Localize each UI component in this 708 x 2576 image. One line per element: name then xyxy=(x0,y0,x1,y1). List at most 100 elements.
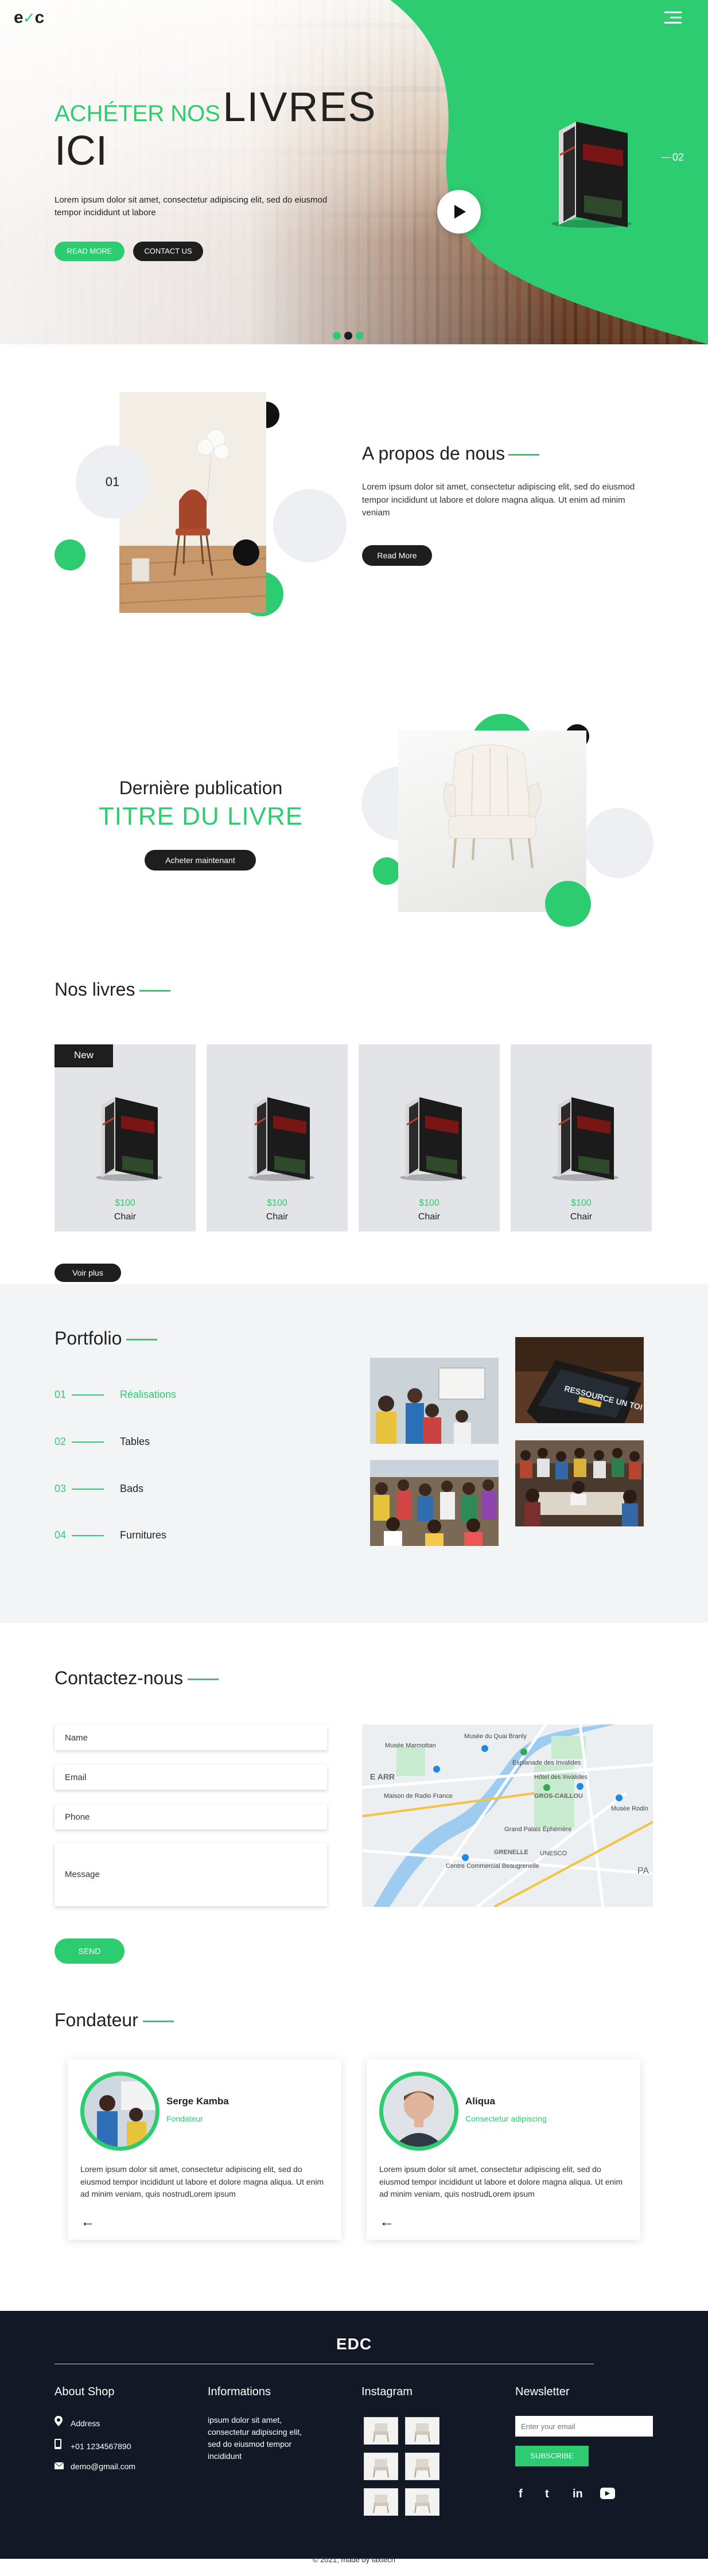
svg-text:Esplanade des Invalides: Esplanade des Invalides xyxy=(512,1759,581,1766)
book-image xyxy=(544,1096,618,1185)
new-badge: New xyxy=(55,1044,113,1067)
book-card[interactable]: $100 Chair xyxy=(511,1044,652,1231)
phone-field[interactable] xyxy=(55,1804,327,1829)
portfolio-filter-item[interactable]: 02 Tables xyxy=(55,1436,150,1448)
arrow-left-icon[interactable]: ← xyxy=(80,2213,95,2231)
svg-text:E ARR: E ARR xyxy=(370,1772,395,1781)
facebook-icon[interactable]: f xyxy=(519,2488,523,2501)
email-line[interactable]: demo@gmail.com xyxy=(54,2462,135,2471)
svg-text:Musée Rodin: Musée Rodin xyxy=(611,1805,648,1812)
svg-text:UNESCO: UNESCO xyxy=(540,1850,567,1857)
read-more-button[interactable]: READ MORE xyxy=(55,242,125,261)
book-image xyxy=(392,1096,466,1185)
footer: EDC About Shop Address +01 1234567890 de… xyxy=(0,2311,708,2559)
address-line[interactable]: Address xyxy=(55,2416,100,2428)
slider-dot-active[interactable] xyxy=(344,332,352,340)
founders-title: Fondateur xyxy=(55,2010,174,2031)
publication-title: TITRE DU LIVRE xyxy=(98,802,304,830)
portfolio-photo[interactable] xyxy=(515,1440,644,1526)
avatar xyxy=(379,2072,458,2151)
decor-circle xyxy=(233,539,259,566)
founder-text: Lorem ipsum dolor sit amet, consectetur … xyxy=(80,2165,324,2199)
instagram-title: Instagram xyxy=(361,2385,413,2398)
book-price: $100 xyxy=(571,1198,592,1208)
svg-text:Musée du Quai Branly: Musée du Quai Branly xyxy=(464,1733,527,1740)
page: e✓c ACHÉTER NOS LIVRES ICI Lorem ipsum d… xyxy=(0,0,708,2576)
about-number: 01 xyxy=(76,445,149,519)
svg-text:Centre Commercial Beaugrenelle: Centre Commercial Beaugrenelle xyxy=(446,1863,539,1870)
message-field[interactable] xyxy=(55,1843,327,1906)
twitter-icon[interactable]: t xyxy=(545,2488,549,2501)
book-card[interactable]: $100 Chair xyxy=(359,1044,500,1231)
instagram-thumbnail[interactable] xyxy=(364,2417,398,2445)
arrow-left-icon[interactable]: ← xyxy=(379,2213,394,2231)
portfolio-photo[interactable] xyxy=(370,1460,499,1546)
email-field[interactable] xyxy=(55,1765,327,1790)
book-price: $100 xyxy=(267,1198,287,1208)
slider-dots xyxy=(333,332,364,340)
subscribe-button[interactable]: SUBSCRIBE xyxy=(515,2446,589,2466)
contact-title: Contactez-nous xyxy=(55,1668,219,1689)
about-title: A propos de nous xyxy=(362,443,540,464)
slider-dot[interactable] xyxy=(356,332,364,340)
newsletter-title: Newsletter xyxy=(515,2385,570,2398)
slide-number: 02 xyxy=(672,151,684,163)
portfolio-filter-item[interactable]: 03 Bads xyxy=(55,1483,143,1495)
phone-icon xyxy=(55,2439,71,2451)
hamburger-icon[interactable] xyxy=(664,11,682,25)
book-price: $100 xyxy=(419,1198,439,1208)
filter-number: 01 xyxy=(55,1389,67,1400)
filter-number: 03 xyxy=(55,1483,67,1494)
avatar xyxy=(80,2072,160,2151)
portfolio-filter-item[interactable]: 04 Furnitures xyxy=(55,1529,166,1541)
buy-now-button[interactable]: Acheter maintenant xyxy=(145,850,256,871)
founder-role: Consectetur adipiscing xyxy=(465,2114,547,2123)
hero-text: Lorem ipsum dolor sit amet, consectetur … xyxy=(55,195,328,217)
about-read-more-button[interactable]: Read More xyxy=(362,545,432,566)
book-card[interactable]: New $100 Chair xyxy=(55,1044,196,1231)
location-icon xyxy=(55,2416,71,2428)
filter-label: Réalisations xyxy=(120,1389,177,1400)
logo[interactable]: e✓c xyxy=(14,8,44,28)
book-card[interactable]: $100 Chair xyxy=(207,1044,348,1231)
portfolio-photo[interactable] xyxy=(370,1358,499,1444)
phone-line[interactable]: +01 1234567890 xyxy=(55,2439,131,2451)
contact-us-button[interactable]: CONTACT US xyxy=(133,242,203,261)
book-image xyxy=(88,1096,162,1185)
founder-role: Fondateur xyxy=(166,2114,203,2123)
send-button[interactable]: SEND xyxy=(55,1938,125,1964)
instagram-thumbnail[interactable] xyxy=(364,2453,398,2480)
book-name: Chair xyxy=(266,1212,289,1222)
instagram-thumbnail[interactable] xyxy=(364,2488,398,2516)
portfolio-title: Portfolio xyxy=(55,1328,158,1349)
about-shop-title: About Shop xyxy=(55,2385,115,2398)
decor-circle xyxy=(373,857,400,885)
map[interactable]: Musée du Quai Branly Esplanade des Inval… xyxy=(362,1724,653,1907)
hero-title: ACHÉTER NOS LIVRES ICI xyxy=(55,84,377,174)
informations-title: Informations xyxy=(208,2385,271,2398)
slider-dot[interactable] xyxy=(333,332,341,340)
portfolio-filter-item[interactable]: 01 Réalisations xyxy=(55,1389,176,1401)
see-more-button[interactable]: Voir plus xyxy=(55,1264,121,1282)
newsletter-email-input[interactable] xyxy=(515,2416,653,2437)
hero-section: e✓c ACHÉTER NOS LIVRES ICI Lorem ipsum d… xyxy=(0,0,708,344)
founder-card: Aliqua Consectetur adipiscing Lorem ipsu… xyxy=(367,2059,640,2240)
instagram-thumbnail[interactable] xyxy=(405,2453,439,2480)
youtube-icon[interactable]: ▶ xyxy=(600,2488,615,2499)
name-field[interactable] xyxy=(55,1725,327,1750)
play-icon xyxy=(454,205,466,219)
copyright: © 2021, made by laxtech xyxy=(313,2555,395,2564)
svg-text:Musée Marmottan: Musée Marmottan xyxy=(385,1742,436,1749)
svg-text:GRENELLE: GRENELLE xyxy=(494,1849,528,1856)
play-button[interactable] xyxy=(437,190,481,234)
portfolio-photo[interactable]: RESSOURCE UN TOI xyxy=(515,1337,644,1423)
linkedin-icon[interactable]: in xyxy=(573,2488,583,2501)
instagram-thumbnail[interactable] xyxy=(405,2417,439,2445)
publication-subtitle: Dernière publication xyxy=(119,778,283,798)
book-name: Chair xyxy=(418,1212,441,1222)
decor-circle xyxy=(55,539,85,570)
instagram-thumbnail[interactable] xyxy=(405,2488,439,2516)
founder-card: Serge Kamba Fondateur Lorem ipsum dolor … xyxy=(68,2059,341,2240)
founder-name: Aliqua xyxy=(465,2096,495,2107)
svg-text:Maison de Radio France: Maison de Radio France xyxy=(384,1793,453,1800)
